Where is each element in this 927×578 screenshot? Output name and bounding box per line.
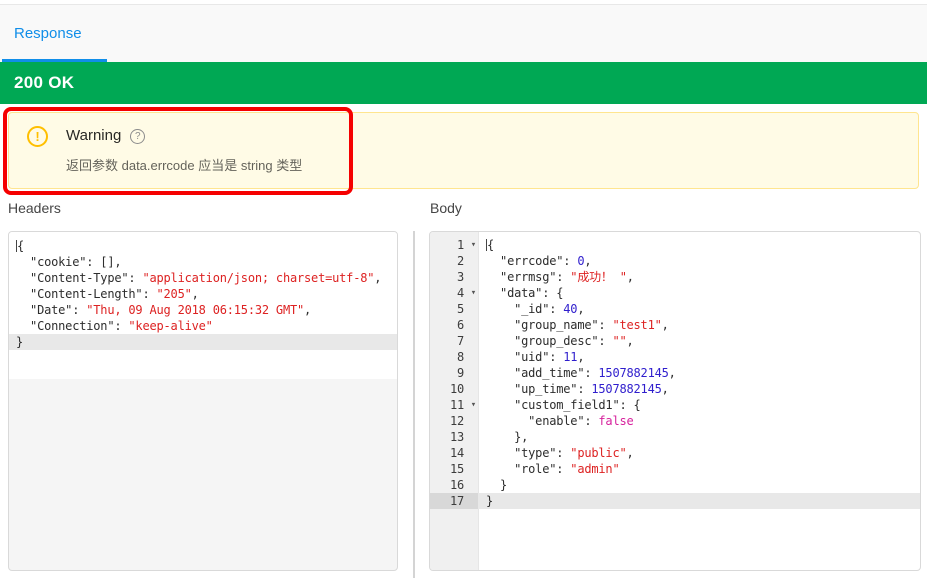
code-text: "Content-Type": "application/json; chars… — [9, 270, 397, 286]
code-line: 7 "group_desc": "", — [430, 333, 920, 349]
code-text: "cookie": [], — [9, 254, 397, 270]
line-number: 10 — [430, 381, 478, 397]
line-number: 1▾ — [430, 237, 478, 253]
code-text: "up_time": 1507882145, — [478, 381, 920, 397]
line-number: 2 — [430, 253, 478, 269]
fold-arrow-icon[interactable]: ▾ — [471, 237, 476, 253]
line-number: 4▾ — [430, 285, 478, 301]
code-text: "data": { — [478, 285, 920, 301]
line-number: 5 — [430, 301, 478, 317]
code-text: "errmsg": "成功！ ", — [478, 269, 920, 285]
line-number: 15 — [430, 461, 478, 477]
code-text: } — [9, 334, 397, 350]
code-text: { — [9, 238, 397, 254]
code-text: "errcode": 0, — [478, 253, 920, 269]
response-page: { "tab_bar": { "response_label": "Respon… — [0, 0, 927, 578]
panel-divider — [413, 231, 415, 578]
code-line: "Connection": "keep-alive" — [9, 318, 397, 334]
body-code-lines: 1▾{2 "errcode": 0,3 "errmsg": "成功！ ",4▾ … — [430, 232, 920, 509]
tab-bar: Response — [0, 5, 927, 62]
code-line: 1▾{ — [430, 237, 920, 253]
headers-panel-title: Headers — [8, 200, 61, 216]
code-line: "cookie": [], — [9, 254, 397, 270]
warning-message: 返回参数 data.errcode 应当是 string 类型 — [66, 155, 302, 174]
line-number: 7 — [430, 333, 478, 349]
line-number: 6 — [430, 317, 478, 333]
warning-title: Warning? — [66, 127, 145, 144]
code-line: "Content-Type": "application/json; chars… — [9, 270, 397, 286]
warning-alert: ! Warning? 返回参数 data.errcode 应当是 string … — [8, 112, 919, 189]
code-line: 10 "up_time": 1507882145, — [430, 381, 920, 397]
code-text: "Connection": "keep-alive" — [9, 318, 397, 334]
code-text: "add_time": 1507882145, — [478, 365, 920, 381]
tab-active-indicator — [2, 59, 107, 62]
code-text: } — [478, 477, 920, 493]
line-number: 11▾ — [430, 397, 478, 413]
code-text: "role": "admin" — [478, 461, 920, 477]
code-line: 4▾ "data": { — [430, 285, 920, 301]
line-number: 3 — [430, 269, 478, 285]
code-line: 14 "type": "public", — [430, 445, 920, 461]
code-line: 12 "enable": false — [430, 413, 920, 429]
body-panel-title: Body — [430, 200, 462, 216]
warning-exclamation-icon: ! — [27, 126, 48, 147]
line-number: 12 — [430, 413, 478, 429]
code-line: } — [9, 334, 397, 350]
code-line: 2 "errcode": 0, — [430, 253, 920, 269]
code-text: "enable": false — [478, 413, 920, 429]
code-line: "Content-Length": "205", — [9, 286, 397, 302]
code-line: 11▾ "custom_field1": { — [430, 397, 920, 413]
headers-code-lines: { "cookie": [], "Content-Type": "applica… — [9, 232, 397, 379]
code-text: "Date": "Thu, 09 Aug 2018 06:15:32 GMT", — [9, 302, 397, 318]
code-line: 5 "_id": 40, — [430, 301, 920, 317]
code-text: { — [478, 237, 920, 253]
code-line: 6 "group_name": "test1", — [430, 317, 920, 333]
fold-arrow-icon[interactable]: ▾ — [471, 285, 476, 301]
code-line: 15 "role": "admin" — [430, 461, 920, 477]
code-line: 3 "errmsg": "成功！ ", — [430, 269, 920, 285]
code-text: "custom_field1": { — [478, 397, 920, 413]
code-line: "Date": "Thu, 09 Aug 2018 06:15:32 GMT", — [9, 302, 397, 318]
line-number: 9 — [430, 365, 478, 381]
code-text: } — [478, 493, 920, 509]
code-line: 9 "add_time": 1507882145, — [430, 365, 920, 381]
code-text: }, — [478, 429, 920, 445]
code-text: "group_desc": "", — [478, 333, 920, 349]
line-number: 16 — [430, 477, 478, 493]
code-line: 16 } — [430, 477, 920, 493]
headers-code-editor[interactable]: { "cookie": [], "Content-Type": "applica… — [8, 231, 398, 571]
line-number: 14 — [430, 445, 478, 461]
code-line: 8 "uid": 11, — [430, 349, 920, 365]
status-bar: 200 OK — [0, 62, 927, 104]
question-circle-icon[interactable]: ? — [130, 129, 145, 144]
code-text: "uid": 11, — [478, 349, 920, 365]
line-number: 13 — [430, 429, 478, 445]
line-number: 8 — [430, 349, 478, 365]
code-text: "group_name": "test1", — [478, 317, 920, 333]
line-number: 17 — [430, 493, 478, 509]
code-line: { — [9, 238, 397, 254]
fold-arrow-icon[interactable]: ▾ — [471, 397, 476, 413]
body-code-editor[interactable]: 1▾{2 "errcode": 0,3 "errmsg": "成功！ ",4▾ … — [429, 231, 921, 571]
code-text: "type": "public", — [478, 445, 920, 461]
code-line: 13 }, — [430, 429, 920, 445]
code-line: 17} — [430, 493, 920, 509]
code-text: "Content-Length": "205", — [9, 286, 397, 302]
tab-response[interactable]: Response — [14, 25, 82, 42]
code-text: "_id": 40, — [478, 301, 920, 317]
